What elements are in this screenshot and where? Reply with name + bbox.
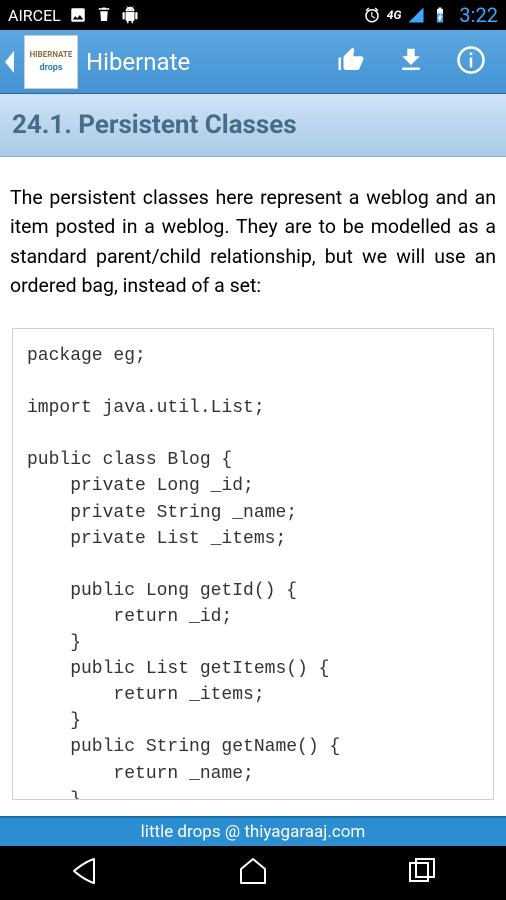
nav-back-button[interactable]	[66, 853, 102, 893]
footer-link[interactable]: little drops @ thiyagaraaj.com	[0, 816, 506, 846]
android-nav-bar	[0, 846, 506, 900]
nav-home-button[interactable]	[235, 853, 271, 893]
android-icon	[121, 6, 139, 24]
carrier-label: AIRCEL	[8, 6, 61, 25]
android-status-bar: AIRCEL 4G 3:22	[0, 0, 506, 30]
cleaner-icon	[95, 6, 113, 24]
clock-time: 3:22	[459, 3, 498, 27]
image-icon	[69, 6, 87, 24]
info-button[interactable]	[456, 45, 486, 79]
signal-icon	[407, 6, 425, 24]
back-chevron-icon[interactable]	[2, 49, 16, 75]
code-block: package eg; import java.util.List; publi…	[12, 328, 494, 800]
page-heading: 24.1. Persistent Classes	[12, 110, 494, 140]
battery-icon	[431, 6, 449, 24]
content-area: 24.1. Persistent Classes The persistent …	[0, 94, 506, 832]
alarm-icon	[363, 6, 381, 24]
app-icon[interactable]: HIBERNATE drops	[24, 35, 78, 89]
app-bar: HIBERNATE drops Hibernate	[0, 30, 506, 94]
content-header: 24.1. Persistent Classes	[0, 94, 506, 157]
nav-recent-button[interactable]	[404, 853, 440, 893]
app-title: Hibernate	[86, 48, 190, 76]
intro-paragraph: The persistent classes here represent a …	[0, 157, 506, 318]
like-button[interactable]	[336, 45, 366, 79]
4g-icon: 4G	[387, 8, 402, 22]
download-button[interactable]	[396, 45, 426, 79]
